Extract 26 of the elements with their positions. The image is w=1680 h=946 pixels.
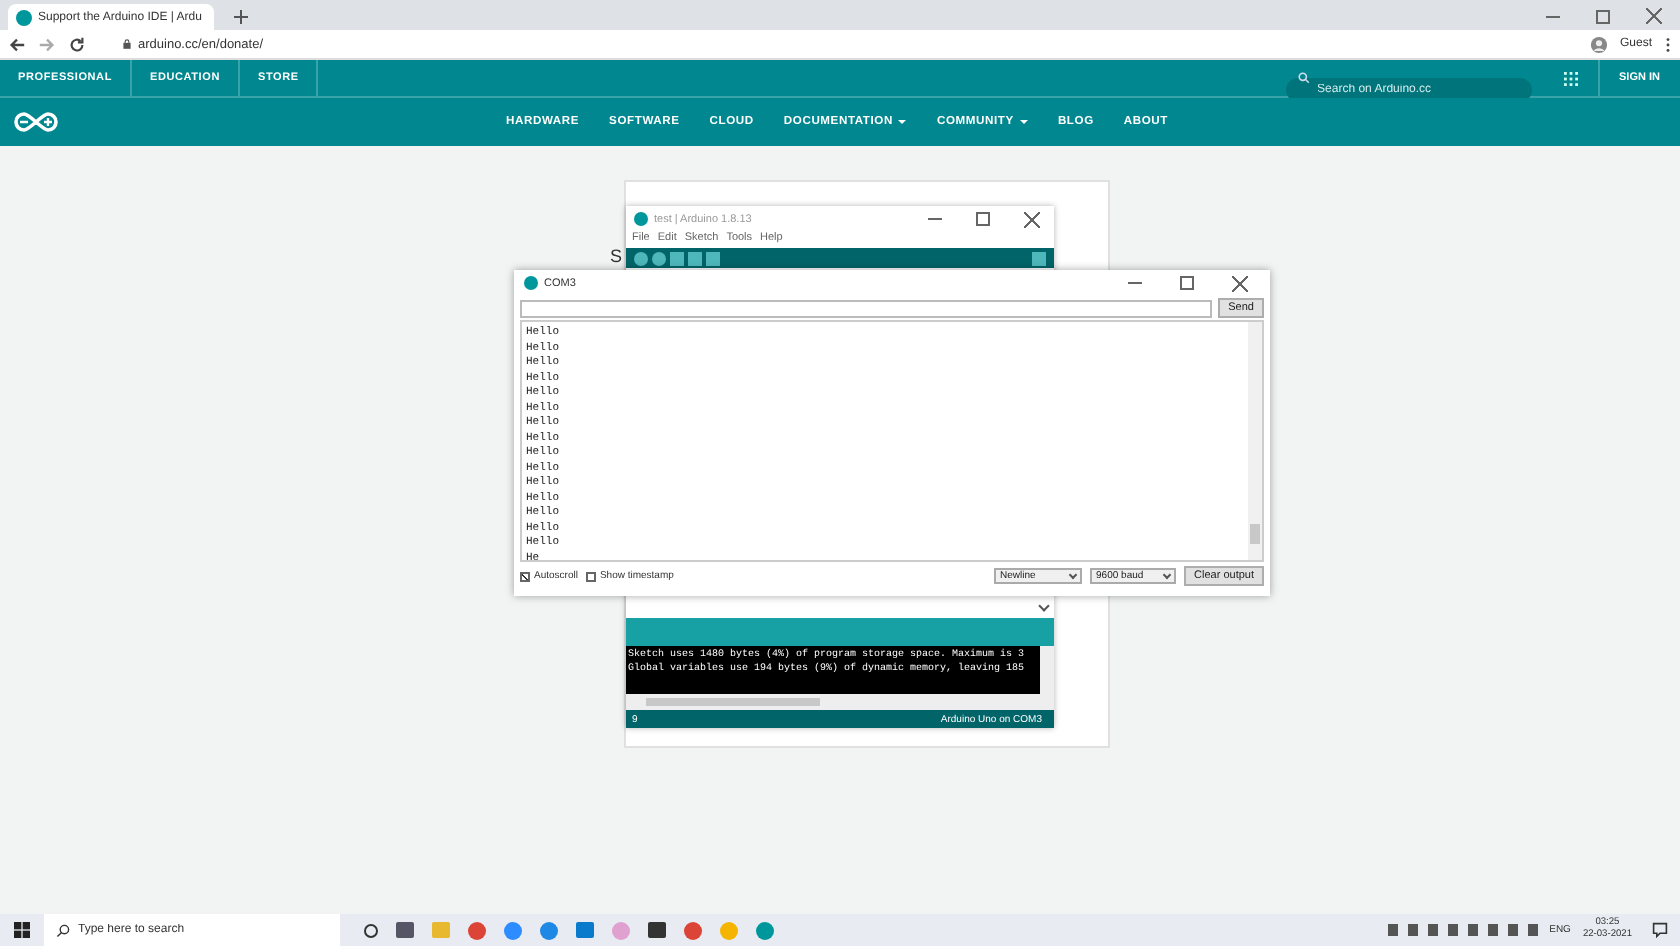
scrollbar[interactable] (1040, 646, 1054, 694)
search-icon (56, 923, 70, 937)
maximize-icon[interactable] (1596, 10, 1610, 24)
scroll-down-icon[interactable] (1038, 600, 1050, 612)
notification-icon[interactable] (1652, 922, 1668, 938)
new-tab-icon[interactable] (234, 10, 248, 24)
close-icon[interactable] (1232, 275, 1248, 291)
forward-icon[interactable] (38, 35, 56, 53)
reload-icon[interactable] (68, 35, 86, 53)
close-icon[interactable] (1646, 8, 1662, 24)
menu-icon[interactable] (1664, 35, 1672, 53)
maximize-icon[interactable] (976, 212, 990, 226)
search-icon (1297, 72, 1310, 84)
page-heading: S (610, 246, 623, 268)
cortana-icon[interactable] (364, 923, 378, 937)
input-field[interactable] (520, 299, 1213, 317)
infinity-logo[interactable] (12, 110, 60, 134)
profile-icon[interactable] (1589, 35, 1608, 53)
windows-start-icon[interactable] (14, 922, 30, 938)
scrollbar[interactable] (626, 694, 1054, 710)
apps-grid-icon[interactable] (1563, 72, 1578, 86)
maximize-icon[interactable] (1180, 276, 1194, 290)
close-icon[interactable] (1024, 211, 1040, 227)
back-icon[interactable] (8, 35, 26, 53)
lock-icon (122, 38, 132, 50)
scrollbar[interactable] (1248, 322, 1262, 560)
